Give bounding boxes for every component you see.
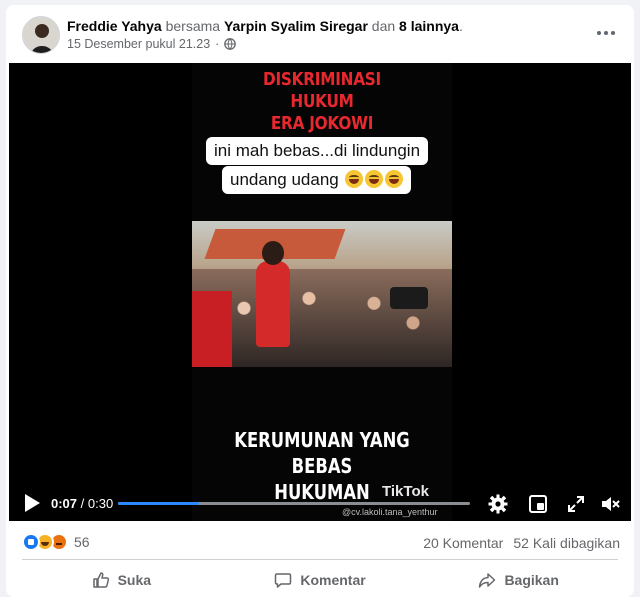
timestamp[interactable]: 15 Desember pukul 21.23 (67, 37, 210, 51)
comment-button[interactable]: Komentar (221, 563, 420, 597)
others-link[interactable]: 8 lainnya (399, 18, 459, 34)
post-header: Freddie Yahya bersama Yarpin Syalim Sire… (6, 5, 634, 63)
author-line: Freddie Yahya bersama Yarpin Syalim Sire… (67, 18, 463, 34)
divider (22, 559, 618, 560)
avatar[interactable] (22, 16, 60, 54)
gear-icon[interactable] (487, 493, 509, 515)
dot-icon (604, 31, 608, 35)
bottom-title-line: KERUMUNAN YANG BEBAS (234, 428, 410, 478)
more-options-button[interactable] (592, 21, 620, 45)
caption-text: undang udang (230, 170, 339, 189)
separator: · (215, 37, 220, 51)
share-count[interactable]: 52 Kali dibagikan (513, 535, 620, 551)
progress-fill (118, 502, 199, 505)
like-label: Suka (117, 572, 152, 588)
comment-count[interactable]: 20 Komentar (423, 535, 503, 551)
and-text: dan (371, 18, 396, 34)
red-title-line: DISKRIMINASI (263, 69, 381, 90)
red-title-line: ERA JOKOWI (270, 113, 374, 134)
dot-icon (597, 31, 601, 35)
dot-icon (611, 31, 615, 35)
progress-bar[interactable] (118, 502, 470, 505)
post-meta: 15 Desember pukul 21.23 · (67, 37, 237, 51)
current-time: 0:07 (51, 496, 78, 511)
comment-icon (275, 573, 292, 588)
share-button[interactable]: Bagikan (419, 563, 618, 597)
globe-icon[interactable] (224, 38, 237, 50)
grinning-emoji-icon (345, 170, 364, 188)
duration: 0:30 (87, 496, 114, 511)
thumbs-up-icon (92, 572, 109, 588)
comment-label: Komentar (300, 572, 366, 588)
caption-text: ini mah bebas...di lindungin (214, 141, 421, 160)
post-card: Freddie Yahya bersama Yarpin Syalim Sire… (6, 5, 634, 597)
video-red-title: DISKRIMINASI HUKUM ERA JOKOWI (212, 69, 433, 135)
video-controls: 0:07 / 0:30 (9, 487, 631, 521)
like-reaction-icon (22, 533, 40, 551)
share-icon (479, 573, 496, 588)
mute-icon[interactable] (599, 493, 621, 515)
action-bar: Suka Komentar Bagikan (22, 563, 618, 597)
share-label: Bagikan (504, 572, 559, 588)
caption-bubble-2: undang udang (222, 166, 412, 194)
red-title-line: HUKUM (290, 91, 354, 112)
reaction-summary[interactable]: 56 (22, 533, 90, 551)
play-icon[interactable] (23, 493, 41, 513)
time-separator: / (77, 496, 88, 511)
suffix: . (458, 18, 463, 34)
caption-bubble-1: ini mah bebas...di lindungin (206, 137, 429, 165)
with-text: bersama (165, 18, 221, 34)
tagged-person[interactable]: Yarpin Syalim Siregar (224, 18, 368, 34)
video-crowd-photo (192, 221, 452, 367)
time-display: 0:07 / 0:30 (51, 496, 113, 511)
post-stats: 56 20 Komentar 52 Kali dibagikan (6, 521, 634, 559)
like-button[interactable]: Suka (22, 563, 221, 597)
engagement-counts: 20 Komentar 52 Kali dibagikan (423, 535, 620, 551)
grinning-emoji-icon (365, 170, 384, 188)
grinning-emoji-icon (385, 170, 404, 188)
video-player[interactable]: DISKRIMINASI HUKUM ERA JOKOWI ini mah be… (9, 63, 631, 521)
author-name[interactable]: Freddie Yahya (67, 18, 162, 34)
fullscreen-icon[interactable] (565, 493, 587, 515)
picture-in-picture-icon[interactable] (527, 493, 549, 515)
video-frame: DISKRIMINASI HUKUM ERA JOKOWI ini mah be… (192, 63, 452, 521)
reaction-count: 56 (74, 534, 90, 550)
